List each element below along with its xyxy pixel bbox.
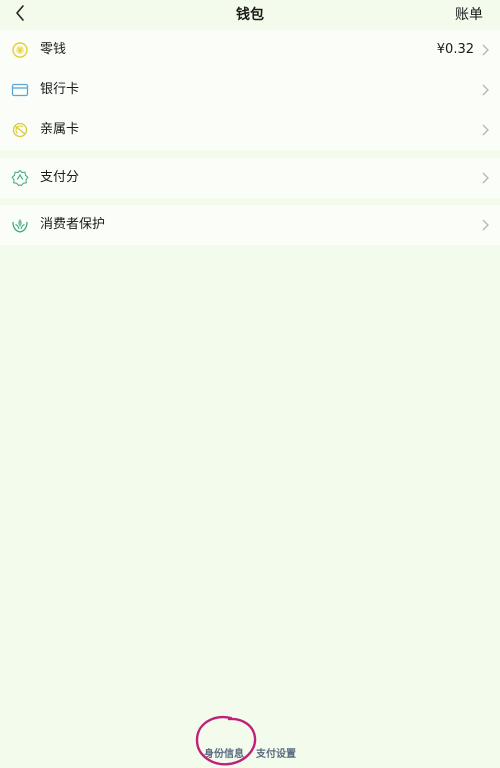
page-title: 钱包 [236, 7, 264, 23]
list-item-label: 消费者保护 [40, 217, 106, 232]
chevron-right-icon [482, 219, 489, 231]
list-item-label: 零钱 [40, 42, 67, 57]
list-item-bank-card[interactable]: 银行卡 [0, 70, 500, 110]
coin-icon [12, 42, 28, 58]
list-item-pay-score[interactable]: 支付分 [0, 158, 500, 198]
chevron-right-icon [482, 84, 489, 96]
wallet-group-main: 零钱 ¥0.32 银行卡 亲属卡 [0, 30, 500, 150]
pay-score-icon [11, 169, 29, 187]
bill-button[interactable]: 账单 [455, 4, 483, 24]
list-item-label: 亲属卡 [40, 122, 80, 137]
wallet-group-score: 支付分 [0, 158, 500, 198]
wallet-group-protection: 消费者保护 [0, 205, 500, 245]
balance-value: ¥0.32 [436, 42, 474, 57]
list-item-family-card[interactable]: 亲属卡 [0, 110, 500, 150]
bank-card-icon [11, 83, 29, 97]
list-item-consumer-protection[interactable]: 消费者保护 [0, 205, 500, 245]
list-item-change[interactable]: 零钱 ¥0.32 [0, 30, 500, 70]
consumer-protection-icon [12, 219, 28, 233]
list-item-label: 银行卡 [40, 82, 80, 97]
chevron-right-icon [482, 172, 489, 184]
chevron-right-icon [482, 44, 489, 56]
chevron-right-icon [482, 124, 489, 136]
identity-info-link[interactable]: 身份信息 [204, 745, 244, 760]
list-item-label: 支付分 [40, 170, 80, 185]
payment-settings-link[interactable]: 支付设置 [256, 745, 296, 760]
footer-links: 身份信息 支付设置 [0, 742, 500, 760]
navigation-bar: 钱包 账单 [0, 0, 500, 28]
family-card-icon [12, 122, 28, 138]
